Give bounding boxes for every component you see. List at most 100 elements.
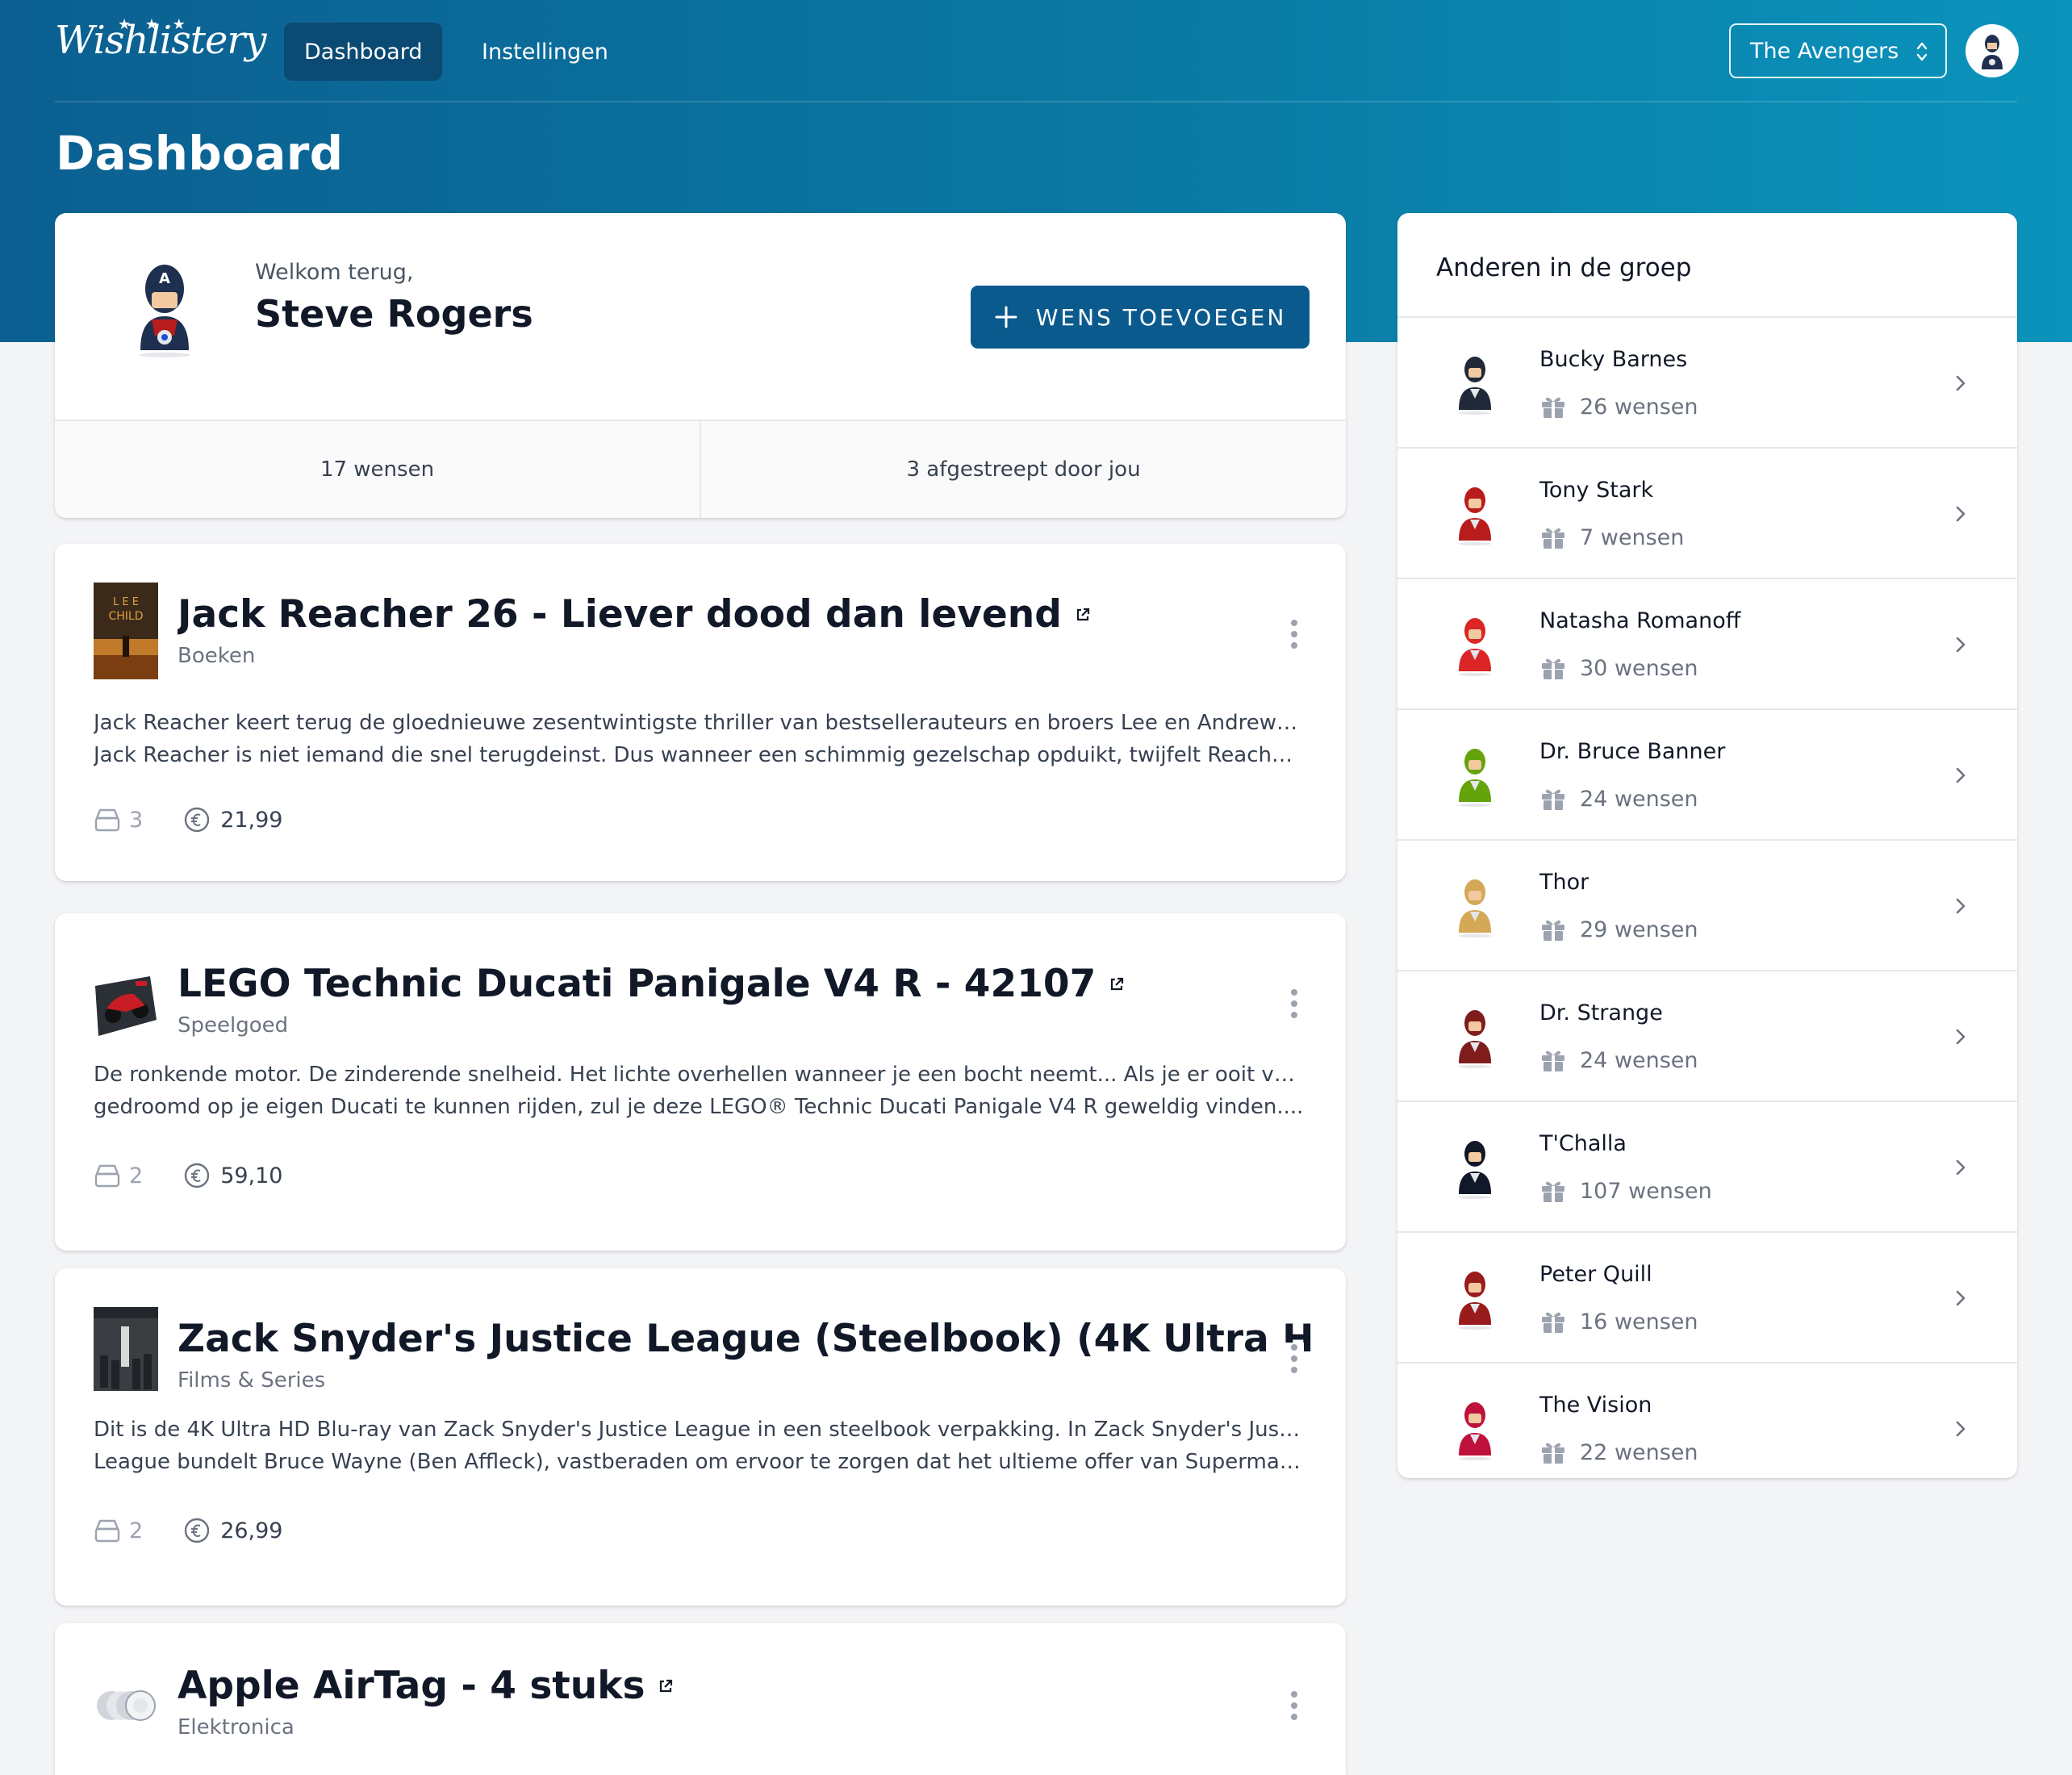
plus-icon [995, 306, 1017, 328]
stat-crossed-off: 3 afgestreept door jou [700, 421, 1346, 518]
nav-settings[interactable]: Instellingen [462, 23, 629, 81]
wish-title[interactable]: Jack Reacher 26 - Liever dood dan levend [178, 592, 1091, 637]
member-wish-count: 30 wensen [1539, 655, 1698, 681]
member-name: T'Challa [1539, 1131, 1627, 1156]
member-wish-count-value: 16 wensen [1580, 1309, 1698, 1334]
group-member-row[interactable]: Thor 29 wensen [1397, 839, 2017, 970]
group-selector[interactable]: The Avengers [1729, 23, 1947, 78]
member-name: Tony Stark [1539, 478, 1654, 503]
member-wish-count: 29 wensen [1539, 917, 1698, 942]
member-avatar-icon [1459, 487, 1491, 545]
wish-description-line: League bundelt Bruce Wayne (Ben Affleck)… [94, 1450, 1304, 1474]
external-link-icon[interactable] [1109, 976, 1125, 992]
group-member-row[interactable]: Dr. Bruce Banner 24 wensen [1397, 708, 2017, 839]
wish-quantity-value: 3 [129, 807, 144, 833]
gift-icon [1542, 789, 1564, 810]
nav-dashboard[interactable]: Dashboard [284, 23, 443, 81]
chevron-right-icon [1956, 1421, 1965, 1437]
wish-category: Films & Series [178, 1368, 326, 1393]
stat-wishes-count: 17 wensen [320, 457, 435, 482]
gift-icon [1542, 658, 1564, 679]
captain-america-avatar-icon [1982, 35, 2003, 69]
more-options-icon[interactable] [1285, 1343, 1304, 1375]
wish-quantity-value: 2 [129, 1163, 144, 1188]
app-logo[interactable]: ★ ★ ★ Wishlistery [55, 16, 266, 63]
svg-text:A: A [159, 270, 170, 287]
group-member-row[interactable]: T'Challa 107 wensen [1397, 1100, 2017, 1231]
member-wish-count: 24 wensen [1539, 1047, 1698, 1073]
wish-title[interactable]: LEGO Technic Ducati Panigale V4 R - 4210… [178, 962, 1125, 1006]
chevron-right-icon [1956, 1290, 1965, 1306]
member-wish-count: 24 wensen [1539, 786, 1698, 812]
welcome-user-name: Steve Rogers [255, 292, 533, 336]
wish-description-line: Jack Reacher keert terug de gloednieuwe … [94, 711, 1304, 735]
external-link-icon[interactable] [658, 1678, 674, 1694]
member-avatar-icon [1459, 1010, 1491, 1068]
more-options-icon[interactable] [1285, 1689, 1304, 1722]
gift-icon [1542, 1312, 1564, 1333]
wish-price-value: 26,99 [220, 1518, 283, 1543]
book-cover-image: L E E CHILD [94, 583, 158, 679]
lego-box-image [94, 970, 158, 1042]
group-member-row[interactable]: Tony Stark 7 wensen [1397, 447, 2017, 578]
chevron-right-icon [1956, 637, 1965, 653]
group-member-row[interactable]: Bucky Barnes 26 wensen [1397, 316, 2017, 447]
member-avatar-icon [1459, 749, 1491, 807]
chevron-right-icon [1956, 767, 1965, 783]
member-wish-count-value: 24 wensen [1580, 1047, 1698, 1073]
wish-title[interactable]: Zack Snyder's Justice League (Steelbook)… [178, 1317, 1315, 1361]
wish-description-line: Dit is de 4K Ultra HD Blu-ray van Zack S… [94, 1418, 1304, 1442]
member-wish-count: 107 wensen [1539, 1178, 1712, 1204]
wish-description-line: Jack Reacher is niet iemand die snel ter… [94, 743, 1304, 767]
group-selector-value: The Avengers [1750, 38, 1899, 64]
wish-card[interactable]: LEGO Technic Ducati Panigale V4 R - 4210… [55, 913, 1346, 1251]
group-member-row[interactable]: Peter Quill 16 wensen [1397, 1231, 2017, 1362]
welcome-greeting: Welkom terug, [255, 260, 414, 285]
member-name: Natasha Romanoff [1539, 608, 1741, 633]
add-wish-button[interactable]: WENS TOEVOEGEN [971, 286, 1310, 349]
wish-price: 26,99 [183, 1517, 282, 1544]
more-options-icon[interactable] [1285, 618, 1304, 650]
user-avatar[interactable] [1965, 24, 2019, 77]
member-avatar-icon [1459, 618, 1491, 676]
wish-card[interactable]: L E E CHILD Jack Reacher 26 - Liever doo… [55, 544, 1346, 881]
captain-america-avatar-icon: A [139, 265, 190, 357]
gift-icon [1542, 1443, 1564, 1464]
wish-quantity: 2 [94, 1518, 143, 1543]
chevron-right-icon [1956, 898, 1965, 914]
group-member-row[interactable]: Natasha Romanoff 30 wensen [1397, 578, 2017, 708]
chevron-right-icon [1956, 1029, 1965, 1045]
group-panel-title: Anderen in de groep [1436, 253, 1692, 282]
gift-icon [1542, 1181, 1564, 1202]
wish-card[interactable]: Apple AirTag - 4 stuks Elektronica [55, 1623, 1346, 1775]
wish-meta: 3 21,99 [94, 806, 282, 833]
external-link-icon[interactable] [1075, 607, 1091, 623]
euro-icon [184, 1163, 210, 1188]
wish-title-text: LEGO Technic Ducati Panigale V4 R - 4210… [178, 962, 1097, 1006]
svg-text:CHILD: CHILD [108, 610, 143, 623]
group-member-row[interactable]: The Vision 22 wensen [1397, 1362, 2017, 1478]
group-member-row[interactable]: Dr. Strange 24 wensen [1397, 970, 2017, 1100]
wish-price-value: 21,99 [220, 807, 283, 833]
wish-title[interactable]: Apple AirTag - 4 stuks [178, 1664, 674, 1708]
wish-description-line: De ronkende motor. De zinderende snelhei… [94, 1063, 1304, 1087]
chevron-right-icon [1956, 1159, 1965, 1176]
wish-price-value: 59,10 [220, 1163, 283, 1188]
wish-meta: 2 26,99 [94, 1517, 282, 1544]
member-avatar-icon [1459, 879, 1491, 938]
stack-icon [94, 1519, 120, 1543]
member-name: Bucky Barnes [1539, 347, 1688, 372]
more-options-icon[interactable] [1285, 988, 1304, 1020]
wish-card[interactable]: Zack Snyder's Justice League (Steelbook)… [55, 1268, 1346, 1606]
wish-quantity: 2 [94, 1163, 143, 1188]
member-wish-count-value: 26 wensen [1580, 394, 1698, 420]
airtag-image [94, 1685, 158, 1725]
euro-icon [184, 807, 210, 833]
add-wish-label: WENS TOEVOEGEN [1035, 303, 1287, 331]
wish-description: Dit is de 4K Ultra HD Blu-ray van Zack S… [94, 1414, 1304, 1478]
wish-meta: 2 59,10 [94, 1162, 282, 1189]
euro-icon [184, 1518, 210, 1543]
wish-description: De ronkende motor. De zinderende snelhei… [94, 1059, 1304, 1123]
welcome-card: A Welkom terug, Steve Rogers WENS TOEVOE… [55, 213, 1346, 518]
stack-icon [94, 1164, 120, 1188]
